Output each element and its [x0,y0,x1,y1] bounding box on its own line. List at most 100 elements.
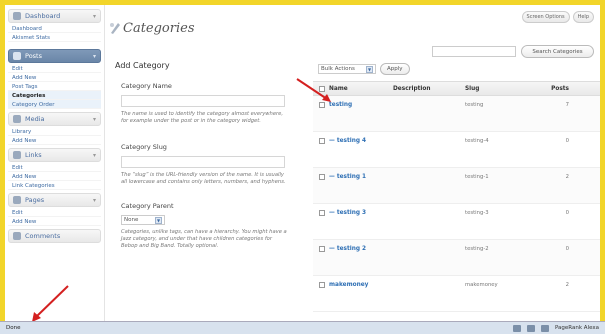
table-row: — testing 4 testing-4 0 [313,132,600,168]
media-icon [13,115,21,123]
posts-submenu: Edit Add New Post Tags Categories Catego… [8,64,101,109]
submenu-link-categories[interactable]: Link Categories [8,181,101,190]
submenu-categories[interactable]: Categories [8,91,101,100]
category-post-count[interactable]: 2 [533,282,573,288]
browser-status-bar: Done PageRank Alexa [0,321,605,334]
admin-sidebar: Dashboard ▾ Dashboard Akismet Stats Post… [5,5,105,321]
column-posts[interactable]: Posts [533,86,573,92]
submenu-edit[interactable]: Edit [8,64,101,73]
table-row: — testing 1 testing-1 2 [313,168,600,204]
row-checkbox[interactable] [319,174,325,180]
menu-comments[interactable]: Comments [8,229,101,243]
menu-dashboard[interactable]: Dashboard ▾ [8,9,101,23]
submenu-add-new[interactable]: Add New [8,73,101,82]
submenu-library[interactable]: Library [8,127,101,136]
apply-button[interactable]: Apply [380,63,410,75]
column-description[interactable]: Description [393,86,465,92]
menu-media-label: Media [25,115,45,123]
table-row: makemoney makemoney 2 [313,276,600,312]
help-button[interactable]: Help [572,11,594,23]
category-post-count[interactable]: 2 [533,174,573,180]
security-icon [512,324,521,332]
submenu-akismet-stats[interactable]: Akismet Stats [8,33,101,42]
category-name-link[interactable]: — testing 4 [329,138,366,144]
search-input[interactable] [432,46,516,57]
menu-posts[interactable]: Posts ▾ [8,49,101,63]
category-name-input[interactable] [121,95,285,107]
submenu-media-add-new[interactable]: Add New [8,136,101,145]
table-row: testing testing 7 [313,96,600,132]
annotation-arrow [32,285,69,322]
row-checkbox[interactable] [319,246,325,252]
chevron-down-icon: ▼ [366,65,373,73]
category-slug-input[interactable] [121,156,285,168]
submenu-links-add-new[interactable]: Add New [8,172,101,181]
menu-links[interactable]: Links ▾ [8,148,101,162]
submenu-pages-add-new[interactable]: Add New [8,217,101,226]
category-post-count[interactable]: 0 [533,246,573,252]
pages-icon [13,196,21,204]
category-name-link[interactable]: makemoney [329,282,368,288]
bulk-actions-select[interactable]: Bulk Actions ▼ [318,64,376,74]
row-checkbox[interactable] [319,210,325,216]
screen-options-button[interactable]: Screen Options [521,11,570,23]
menu-media[interactable]: Media ▾ [8,112,101,126]
category-slug: makemoney [465,282,498,288]
category-name-link[interactable]: — testing 1 [329,174,366,180]
menu-posts-label: Posts [25,52,42,60]
category-slug: testing-2 [465,246,489,252]
row-checkbox[interactable] [319,282,325,288]
dashboard-icon [13,12,21,20]
submenu-links-edit[interactable]: Edit [8,163,101,172]
category-name-label: Category Name [121,82,172,90]
category-parent-select[interactable]: None ▼ [121,215,165,225]
chevron-down-icon[interactable]: ▾ [93,152,96,159]
browser-viewport: Dashboard ▾ Dashboard Akismet Stats Post… [5,5,600,321]
category-parent-help: Categories, unlike tags, can have a hier… [121,229,287,249]
submenu-dashboard[interactable]: Dashboard [8,24,101,33]
bulk-actions-value: Bulk Actions [321,66,355,72]
category-post-count[interactable]: 0 [533,210,573,216]
menu-pages-label: Pages [25,196,45,204]
categories-table: Name Description Slug Posts testing testi… [313,81,600,312]
category-parent-value: None [124,217,139,223]
row-checkbox[interactable] [319,138,325,144]
menu-pages[interactable]: Pages ▾ [8,193,101,207]
page-title: Categories [123,21,195,36]
category-post-count[interactable]: 0 [533,138,573,144]
comments-icon [13,232,21,240]
table-row: — testing 2 testing-2 0 [313,240,600,276]
category-name-link[interactable]: — testing 2 [329,246,366,252]
category-slug: testing-4 [465,138,489,144]
submenu-category-order[interactable]: Category Order [8,100,101,109]
menu-comments-label: Comments [25,232,61,240]
submenu-post-tags[interactable]: Post Tags [8,82,101,91]
submenu-pages-edit[interactable]: Edit [8,208,101,217]
table-row: — testing 3 testing-3 0 [313,204,600,240]
category-slug: testing-3 [465,210,489,216]
search-categories-button[interactable]: Search Categories [521,45,594,58]
status-bar-right: PageRank Alexa [512,324,599,332]
category-post-count[interactable]: 7 [533,102,573,108]
chevron-down-icon[interactable]: ▾ [93,197,96,204]
category-name-link[interactable]: — testing 3 [329,210,366,216]
category-slug-label: Category Slug [121,143,167,151]
chevron-down-icon[interactable]: ▾ [93,53,96,60]
category-slug: testing-1 [465,174,489,180]
add-category-heading: Add Category [115,61,170,70]
table-header: Name Description Slug Posts [313,82,600,96]
category-parent-label: Category Parent [121,202,174,210]
seo-icon [540,324,549,332]
chevron-down-icon[interactable]: ▾ [93,13,96,20]
bulk-actions-bar: Bulk Actions ▼ Apply [318,63,410,75]
column-slug[interactable]: Slug [465,86,533,92]
chevron-down-icon[interactable]: ▾ [93,116,96,123]
add-category-form: Add Category Category Name The name is u… [115,61,295,250]
links-icon [13,151,21,159]
category-slug-help: The “slug” is the URL-friendly version o… [121,172,286,185]
pagerank-alexa-text: PageRank Alexa [554,325,599,331]
pages-submenu: Edit Add New [8,208,101,226]
category-name-help: The name is used to identify the categor… [121,111,283,124]
media-submenu: Library Add New [8,127,101,145]
menu-dashboard-label: Dashboard [25,12,61,20]
